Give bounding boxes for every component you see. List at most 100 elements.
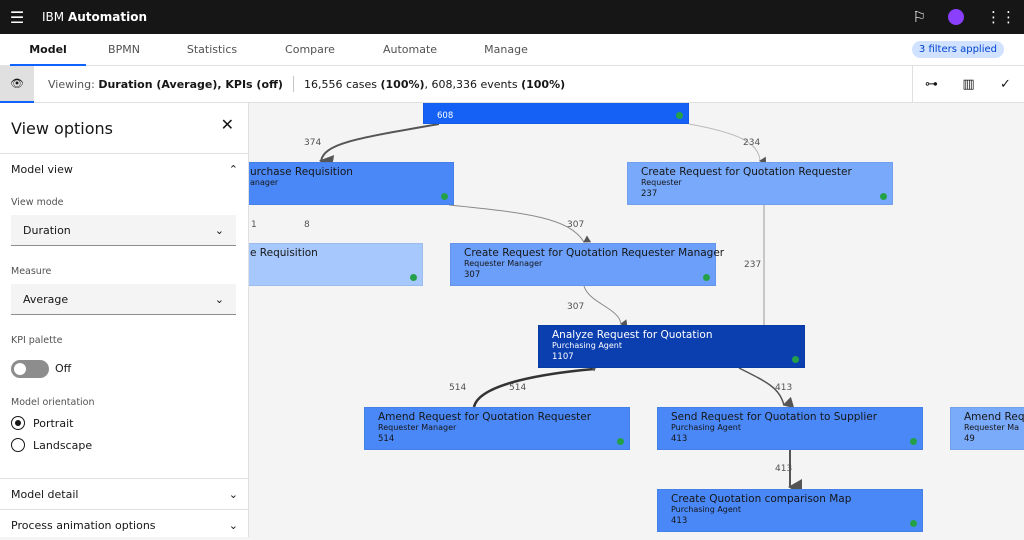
animation-section[interactable]: Process animation options ⌄ [0,509,249,540]
app-switcher-icon[interactable]: ⋮⋮ [986,8,1016,26]
filters-badge[interactable]: 3 filters applied [911,41,1004,58]
edge [448,204,592,243]
view-bar: 👁 Viewing: Duration (Average), KPIs (off… [0,65,1024,103]
node-role: anager [250,178,279,187]
chevron-down-icon: ⌄ [228,518,238,532]
tab-model[interactable]: Model [10,34,86,66]
tab-statistics[interactable]: Statistics [172,34,252,66]
top-bar: ☰ IBM Automation ⚐ ⋮⋮ [0,0,1024,34]
model-tree-icon[interactable]: ⊶ [913,66,950,103]
viewing-label: Viewing: [48,77,95,91]
chevron-up-icon: ⌃ [228,162,238,176]
section-label: Model detail [11,487,79,501]
events-count: , 608,336 events [424,77,518,91]
status-dot [410,274,417,281]
process-map-canvas[interactable]: 608 urchase Requisition anager Create Req… [249,103,1024,537]
node-title: urchase Requisition [250,166,353,178]
radio-button[interactable] [11,416,25,430]
view-mode-label: View mode [11,197,64,208]
close-icon[interactable]: ✕ [221,115,234,134]
node-count: 608 [437,111,454,121]
node-count: 237 [641,189,658,199]
node-title: e Requisition [250,247,318,259]
kpi-toggle[interactable] [11,360,49,378]
cases-count: 16,556 cases [303,77,377,91]
activity-node[interactable]: 608 [423,103,689,124]
panel-title: View options [11,119,113,138]
activity-node[interactable]: e Requisition [249,243,423,286]
edge-label: 237 [744,260,762,270]
chevron-down-icon: ⌄ [228,487,238,501]
status-dot [910,438,917,445]
model-view-section[interactable]: Model view ⌃ [0,153,249,184]
status-dot [792,356,799,363]
view-mode-select[interactable]: Duration ⌄ [11,215,236,246]
activity-node[interactable]: Create Quotation comparison Map Purchasin… [657,489,923,532]
brand: IBM Automation [42,10,148,24]
view-options-panel: View options ✕ Model view ⌃ View mode Dur… [0,103,249,537]
node-title: Analyze Request for Quotation [552,329,713,341]
tab-manage[interactable]: Manage [466,34,546,66]
node-count: 49 [964,434,975,444]
node-title: Amend Requ [964,411,1024,423]
measure-select[interactable]: Average ⌄ [11,284,236,315]
radio-landscape[interactable]: Landscape [11,438,92,452]
node-title: Create Request for Quotation Requester [641,166,852,178]
chevron-down-icon: ⌄ [214,292,224,306]
activity-node[interactable]: Amend RequRequester Ma 49 [950,407,1024,450]
radio-button[interactable] [11,438,25,452]
section-label: Model view [11,162,73,176]
section-label: Process animation options [11,518,156,532]
chevron-down-icon: ⌄ [214,223,224,237]
node-title: Create Quotation comparison Map [671,493,852,505]
edge-label: 307 [567,220,585,230]
events-pct: (100%) [521,77,566,91]
activity-node[interactable]: Amend Request for Quotation Requester Req… [364,407,630,450]
measure-label: Measure [11,266,52,277]
edge [472,353,603,408]
node-count: 413 [671,516,688,526]
checkmark-circle-icon[interactable]: ✓ [987,66,1024,103]
activity-node[interactable]: urchase Requisition anager [249,162,454,205]
node-role: Requester Manager [378,423,457,432]
activity-node[interactable]: Send Request for Quotation to Supplier Pu… [657,407,923,450]
avatar[interactable] [948,9,964,25]
model-detail-section[interactable]: Model detail ⌄ [0,478,249,509]
tab-compare[interactable]: Compare [270,34,350,66]
node-count: 307 [464,270,481,280]
divider [292,76,294,92]
edge-label: 307 [567,302,585,312]
status-dot [617,438,624,445]
radio-portrait[interactable]: Portrait [11,416,73,430]
hamburger-icon[interactable]: ☰ [0,8,34,27]
kpi-label: KPI palette [11,335,63,346]
eye-icon[interactable]: 👁 [0,65,34,103]
activity-node[interactable]: Create Request for Quotation Requester Re… [627,162,893,205]
edge-label: 8 [304,220,310,230]
node-role: Purchasing Agent [671,505,741,514]
cases-pct: (100%) [380,77,425,91]
node-role: Requester Manager [464,259,543,268]
signpost-icon[interactable]: ⚐ [913,8,926,26]
edge [583,285,628,328]
node-count: 413 [671,434,688,444]
edge-label: 413 [775,464,793,474]
status-dot [910,520,917,527]
bar-chart-icon[interactable]: ▥ [950,66,987,103]
activity-node[interactable]: Create Request for Quotation Requester M… [450,243,724,286]
node-count: 1107 [552,352,574,362]
status-dot [703,274,710,281]
orientation-label: Model orientation [11,397,95,408]
tab-automate[interactable]: Automate [370,34,450,66]
viewing-value: Duration (Average), KPIs (off) [98,77,283,91]
node-count: 514 [378,434,395,444]
edge-label: 1 [251,220,257,230]
kpi-state: Off [55,362,72,375]
edge-label: 374 [304,138,322,148]
select-value: Duration [23,223,71,237]
edge-label: 413 [775,383,793,393]
tab-bpmn[interactable]: BPMN [86,34,162,66]
radio-label: Portrait [33,416,74,430]
activity-node[interactable]: Analyze Request for Quotation Purchasing … [538,325,805,368]
select-value: Average [23,292,69,306]
